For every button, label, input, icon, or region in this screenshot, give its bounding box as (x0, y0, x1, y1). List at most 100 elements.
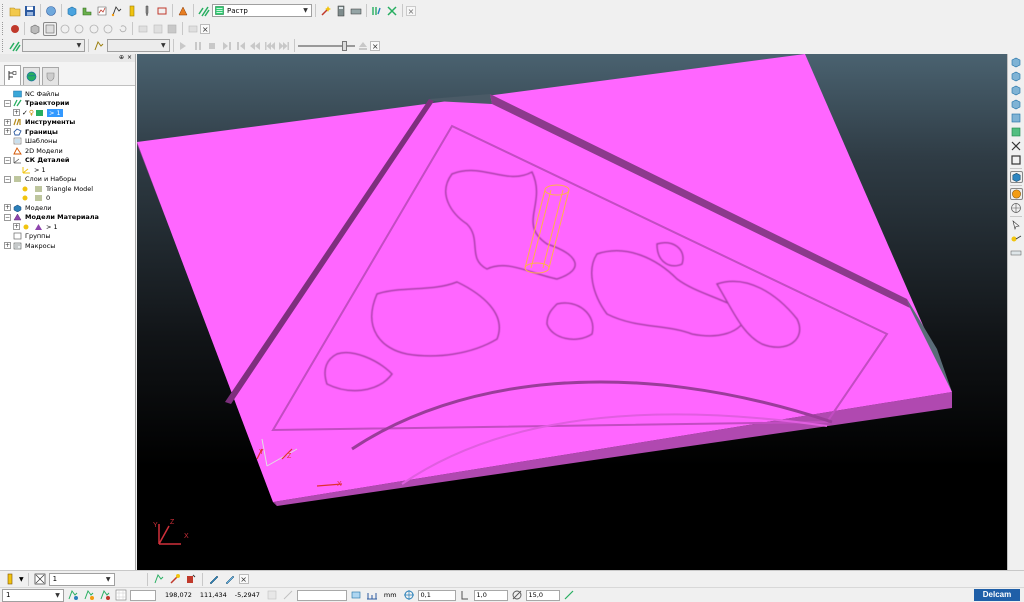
dimension-icon[interactable] (281, 588, 295, 602)
tree-item-groups[interactable]: Группы (0, 232, 135, 242)
save-project-icon[interactable] (23, 4, 37, 18)
toolpath-strategy-icon[interactable] (197, 4, 211, 18)
tool-holder-icon[interactable] (3, 572, 17, 586)
toolpath-display-icon[interactable] (152, 572, 166, 586)
view-iso-icon[interactable] (28, 22, 42, 36)
print-icon[interactable] (44, 4, 58, 18)
tree-item-levels-sets[interactable]: − Слои и Наборы (0, 175, 135, 185)
sim-tool-icon[interactable] (92, 39, 105, 53)
ruler-icon[interactable] (1010, 247, 1023, 259)
grid-icon[interactable] (114, 588, 128, 602)
wizard-icon[interactable] (319, 4, 333, 18)
tolerance-icon[interactable] (402, 588, 416, 602)
measure-icon[interactable] (1010, 233, 1023, 245)
tree-item-triangle-model[interactable]: Triangle Model (0, 184, 135, 194)
material-view-icon[interactable] (1009, 188, 1023, 200)
boundary-icon[interactable] (155, 4, 169, 18)
tree-item-toolpath-1[interactable]: + ✓ ♀ > 1 (0, 108, 135, 118)
step-back-icon[interactable] (234, 39, 247, 53)
expand-toggle[interactable]: + (4, 118, 11, 126)
tree-item-workplane-1[interactable]: > 1 (0, 165, 135, 175)
units-icon[interactable] (349, 588, 363, 602)
angle-icon[interactable] (510, 588, 524, 602)
shaded-view-icon[interactable] (1009, 171, 1023, 183)
tree-item-macros[interactable]: + Макросы (0, 241, 135, 251)
go-start-icon[interactable] (263, 39, 276, 53)
pin-icon[interactable]: ⊕ (119, 54, 124, 62)
tree-item-stock-models[interactable]: − Модели Материала (0, 213, 135, 223)
toolbar-close-button[interactable]: × (200, 23, 211, 34)
tree-item-stock-model-1[interactable]: + > 1 (0, 222, 135, 232)
view-fit-icon[interactable] (1010, 154, 1023, 166)
save-sim-icon[interactable] (165, 22, 179, 36)
tree-item-workplanes[interactable]: − СК Деталей (0, 156, 135, 166)
select-icon[interactable] (1010, 219, 1023, 231)
view-iso1-icon[interactable] (1010, 56, 1023, 68)
ruler-units-icon[interactable] (365, 588, 379, 602)
angle-field[interactable]: 15,0 (525, 589, 560, 601)
chevron-down-icon[interactable]: ▼ (301, 6, 310, 15)
record-icon[interactable] (8, 22, 22, 36)
simulation-icon[interactable] (8, 39, 21, 53)
stock-icon[interactable] (136, 22, 150, 36)
view-shaded-icon[interactable] (42, 21, 57, 36)
view-top-icon[interactable] (1010, 112, 1023, 124)
stepover-icon[interactable] (458, 588, 472, 602)
lead-angle-icon[interactable] (562, 588, 576, 602)
view-wire-icon[interactable] (58, 22, 72, 36)
workplane-edit-icon[interactable] (82, 588, 96, 602)
view-iso4-icon[interactable] (1010, 98, 1023, 110)
go-end-icon[interactable] (277, 39, 290, 53)
expand-toggle[interactable]: + (4, 128, 11, 136)
tab-globe[interactable] (23, 67, 40, 85)
toolbar-close-button[interactable]: × (406, 5, 416, 16)
refresh-view-icon[interactable] (116, 22, 130, 36)
open-project-icon[interactable] (8, 4, 22, 18)
sim-tool-combo[interactable]: ▼ (106, 39, 170, 52)
speed-slider-thumb[interactable] (341, 40, 347, 51)
collapse-toggle[interactable]: − (4, 156, 11, 164)
draw-icon[interactable] (207, 572, 221, 586)
camera-icon[interactable] (186, 22, 200, 36)
collapse-toggle[interactable]: − (4, 213, 11, 221)
pause-icon[interactable] (191, 39, 204, 53)
expand-toggle[interactable]: + (4, 242, 11, 250)
collapse-toggle[interactable]: − (4, 175, 11, 183)
chevron-down-icon[interactable]: ▼ (19, 576, 24, 583)
view-top-icon[interactable] (72, 22, 86, 36)
tree-item-2d-models[interactable]: 2D Модели (0, 146, 135, 156)
collapse-toggle[interactable]: − (4, 99, 11, 107)
toolbar-close-button[interactable]: × (370, 40, 381, 51)
tab-explorer[interactable] (4, 65, 21, 85)
tree-item-models[interactable]: + Модели (0, 203, 135, 213)
view-iso2-icon[interactable] (1010, 70, 1023, 82)
stepover-field[interactable]: 1,0 (473, 589, 508, 601)
graphics-viewport[interactable]: Z Y X Y Z X (137, 54, 1007, 570)
expand-toggle[interactable]: + (4, 204, 11, 212)
expand-toggle[interactable]: + (13, 223, 20, 231)
feeds-speeds-icon[interactable] (95, 4, 109, 18)
chevron-down-icon[interactable]: ▼ (159, 41, 168, 50)
toolbar-grip[interactable] (2, 22, 5, 35)
toolpath-edit-icon[interactable] (168, 572, 182, 586)
tab-help[interactable] (42, 67, 59, 85)
toolpath-stock-icon[interactable] (184, 572, 198, 586)
workplane-delete-icon[interactable] (98, 588, 112, 602)
rewind-icon[interactable] (249, 39, 262, 53)
speed-slider[interactable] (297, 40, 356, 51)
tree-item-templates[interactable]: Шаблоны (0, 137, 135, 147)
play-icon[interactable] (177, 39, 190, 53)
toolbar-grip[interactable] (2, 39, 5, 52)
wireframe-globe-icon[interactable] (1010, 202, 1023, 214)
sim-path-combo[interactable]: ▼ (22, 39, 86, 52)
block-icon[interactable] (65, 4, 79, 18)
eject-icon[interactable] (356, 39, 369, 53)
tree-item-nc-files[interactable]: NC Файлы (0, 89, 135, 99)
chevron-down-icon[interactable]: ▼ (53, 591, 62, 600)
collision-check-icon[interactable] (385, 4, 399, 18)
start-point-icon[interactable] (125, 4, 139, 18)
keyboard-icon[interactable] (349, 4, 363, 18)
workplane-create-icon[interactable] (66, 588, 80, 602)
level-visibility-icon[interactable] (33, 572, 47, 586)
tree-item-level-0[interactable]: 0 (0, 194, 135, 204)
